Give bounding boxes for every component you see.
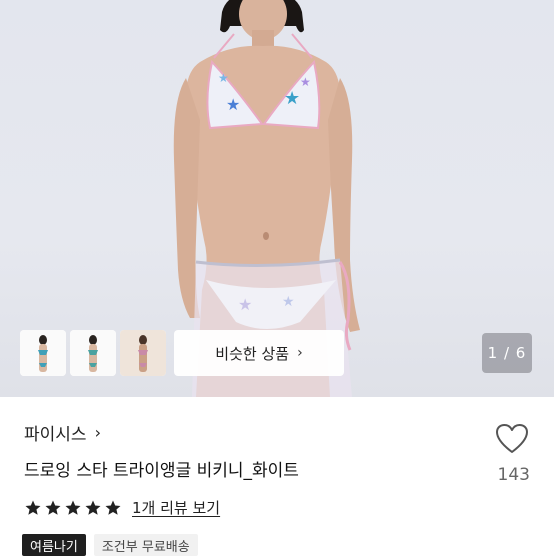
brand-link[interactable]: 파이시스 ›: [24, 420, 101, 445]
tag-free-shipping: 조건부 무료배송: [93, 534, 198, 556]
similar-products-button[interactable]: 비슷한 상품 ›: [174, 330, 344, 376]
heart-icon: [496, 424, 528, 453]
thumbnail-2[interactable]: [70, 330, 116, 376]
svg-text:★: ★: [226, 95, 240, 114]
svg-text:★: ★: [282, 294, 295, 310]
star-icon: [85, 500, 101, 515]
svg-text:★: ★: [284, 88, 300, 109]
thumbnail-3[interactable]: [120, 330, 166, 376]
product-image-carousel[interactable]: ★ ★ ★ ★ ★ ★ 비슷한 상품 › 1 / 6: [0, 0, 554, 397]
chevron-right-icon: ›: [94, 423, 101, 442]
product-title: 드로잉 스타 트라이앵글 비키니_화이트: [24, 461, 299, 481]
rating-row: 1개 리뷰 보기: [24, 497, 220, 518]
svg-text:★: ★: [238, 295, 252, 314]
svg-text:★: ★: [218, 71, 229, 85]
star-icon: [65, 500, 81, 515]
star-icon: [45, 500, 61, 515]
thumbnail-1[interactable]: [20, 330, 66, 376]
svg-text:★: ★: [300, 75, 311, 89]
brand-name: 파이시스: [24, 425, 87, 445]
tag-list: 여름나기 조건부 무료배송: [22, 534, 198, 556]
like-button[interactable]: [492, 423, 532, 459]
chevron-right-icon: ›: [297, 345, 303, 361]
review-link[interactable]: 1개 리뷰 보기: [132, 497, 220, 518]
image-counter: 1 / 6: [482, 333, 532, 373]
tag-summer[interactable]: 여름나기: [22, 534, 86, 556]
star-icon: [105, 500, 121, 515]
like-count: 143: [497, 465, 530, 485]
star-rating: [24, 499, 122, 517]
star-icon: [25, 500, 41, 515]
similar-products-label: 비슷한 상품: [215, 344, 290, 363]
thumbnail-strip: 비슷한 상품 ›: [20, 330, 344, 376]
